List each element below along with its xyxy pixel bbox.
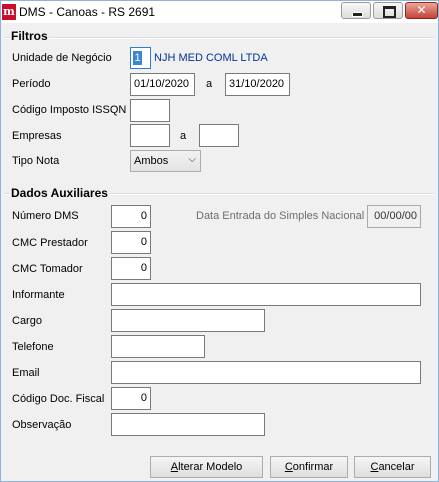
cargo-label: Cargo [12,315,42,327]
unidade-code-value: 1 [133,51,142,65]
observacao-field[interactable] [111,413,265,436]
alterar-modelo-accel: A [170,461,179,473]
confirmar-accel: C [284,461,293,473]
unidade-name: NJH MED COML LTDA [154,52,268,64]
dados-group-title: Dados Auxiliares [10,186,109,200]
periodo-end-field[interactable]: 31/10/2020 [225,73,290,96]
alterar-modelo-button[interactable]: Alterar Modelo [150,456,263,478]
dms-window: m DMS - Canoas - RS 2691 ✕ Filtros Unida… [0,0,439,482]
cargo-field[interactable] [111,309,265,332]
maximize-icon [383,6,396,18]
codigo-doc-label: Código Doc. Fiscal [12,393,105,405]
email-field[interactable] [111,361,421,384]
cancelar-button[interactable]: Cancelar [354,456,431,478]
empresas-label: Empresas [12,130,62,142]
cmc-tomador-label: CMC Tomador [12,263,83,275]
codigo-imposto-field[interactable] [130,99,170,122]
numero-dms-label: Número DMS [12,210,79,222]
numero-dms-field[interactable]: 0 [111,205,151,228]
observacao-label: Observação [12,419,72,431]
tipo-nota-value: Ambos [134,155,169,167]
confirmar-label: onfirmar [292,461,334,473]
periodo-start-field[interactable]: 01/10/2020 [130,73,195,96]
cmc-prestador-label: CMC Prestador [12,237,88,249]
unidade-label: Unidade de Negócio [12,52,112,64]
tipo-nota-label: Tipo Nota [12,155,60,167]
cancelar-label: ancelar [378,461,415,473]
unidade-code-field[interactable]: 1 [130,47,151,69]
cmc-prestador-field[interactable]: 0 [111,231,151,254]
empresas-to-field[interactable] [199,124,239,147]
app-icon: m [2,4,16,20]
filtros-group-border [5,37,434,39]
chevron-down-icon: ⌵ [188,154,196,165]
tipo-nota-select[interactable]: Ambos ⌵ [130,150,201,172]
codigo-imposto-label: Código Imposto ISSQN [12,104,127,116]
empresas-separator: a [180,130,187,142]
window-title: DMS - Canoas - RS 2691 [19,5,156,19]
periodo-label: Período [12,78,51,90]
telefone-field[interactable] [111,335,205,358]
title-bar[interactable]: m DMS - Canoas - RS 2691 ✕ [1,1,438,23]
filtros-group-title: Filtros [10,29,49,43]
alterar-modelo-label: lterar Modelo [178,461,243,473]
minimize-button[interactable] [341,2,371,19]
periodo-separator: a [206,78,213,90]
confirmar-button[interactable]: Confirmar [270,456,348,478]
informante-label: Informante [12,289,65,301]
informante-field[interactable] [111,283,421,306]
close-button[interactable]: ✕ [405,2,438,19]
data-entrada-label: Data Entrada do Simples Nacional [196,210,365,222]
telefone-label: Telefone [12,341,54,353]
maximize-button[interactable] [373,2,403,19]
empresas-from-field[interactable] [130,124,170,147]
close-icon: ✕ [416,3,427,17]
codigo-doc-field[interactable]: 0 [111,387,151,410]
data-entrada-field: 00/00/00 [367,205,421,228]
minimize-icon [352,12,363,17]
email-label: Email [12,367,40,379]
cmc-tomador-field[interactable]: 0 [111,257,151,280]
